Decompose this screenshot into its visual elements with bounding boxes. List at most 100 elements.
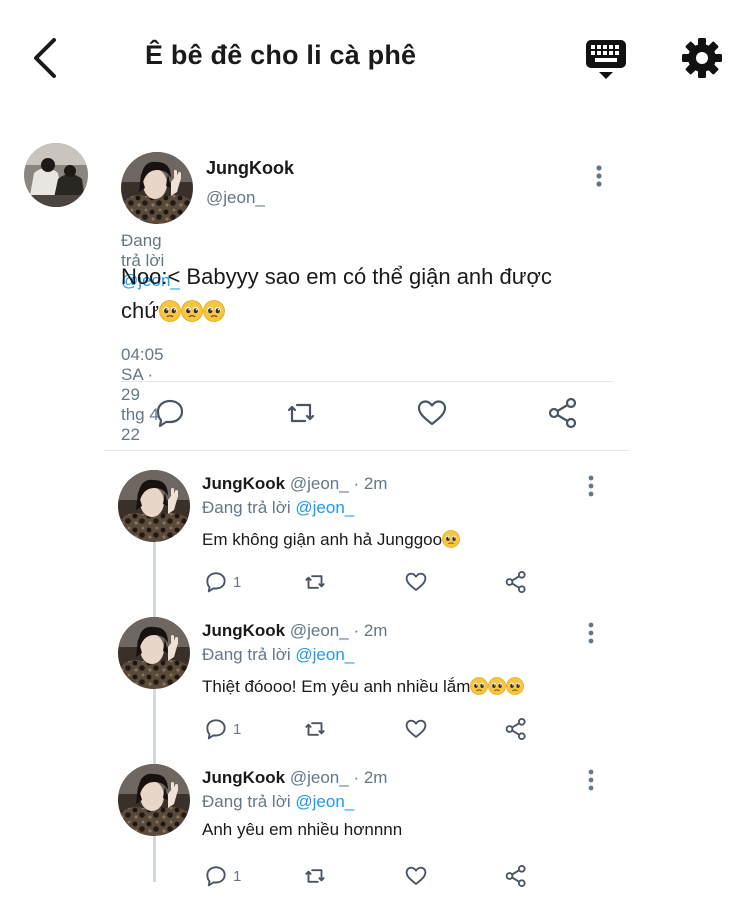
reply-icon bbox=[206, 572, 226, 593]
side-avatar[interactable] bbox=[24, 143, 88, 207]
divider bbox=[104, 450, 629, 451]
reply-actions: 1 bbox=[0, 568, 750, 598]
more-options-button[interactable] bbox=[580, 474, 602, 498]
reply-text-body: Thiệt đóooo! Em yêu anh nhiều lắm bbox=[202, 677, 471, 696]
more-vertical-icon bbox=[588, 622, 594, 644]
relative-time: · 2m bbox=[353, 621, 388, 640]
mention-link[interactable]: @jeon_ bbox=[295, 792, 354, 811]
pleading-face-emoji bbox=[442, 530, 460, 548]
replying-label: Đang trả lời bbox=[202, 498, 291, 517]
divider bbox=[121, 381, 613, 382]
author-handle: @jeon_ bbox=[206, 188, 265, 207]
reply-actions: 1 bbox=[0, 862, 750, 892]
reply-tweet: JungKook @jeon_ · 2m Đang trả lời @jeon_… bbox=[0, 764, 750, 904]
reply-button[interactable]: 1 bbox=[203, 715, 241, 743]
like-icon bbox=[405, 719, 427, 738]
mention-link[interactable]: @jeon_ bbox=[295, 645, 354, 664]
author-handle: @jeon_ bbox=[289, 621, 349, 640]
like-icon bbox=[405, 866, 427, 885]
pleading-face-emoji bbox=[203, 300, 225, 322]
share-button[interactable] bbox=[545, 395, 581, 431]
share-button[interactable] bbox=[503, 862, 529, 890]
reply-tweet: JungKook @jeon_ · 2m Đang trả lời @jeon_… bbox=[0, 470, 750, 610]
like-icon bbox=[405, 572, 427, 591]
more-options-button[interactable] bbox=[580, 621, 602, 645]
share-icon bbox=[505, 864, 526, 888]
reply-count: 1 bbox=[233, 867, 242, 885]
avatar[interactable] bbox=[118, 470, 190, 542]
share-button[interactable] bbox=[503, 568, 529, 596]
app-header: Ê bê đê cho li cà phê bbox=[0, 0, 750, 110]
share-icon bbox=[505, 570, 526, 594]
reply-count: 1 bbox=[233, 720, 242, 738]
reply-icon bbox=[206, 866, 226, 887]
like-button[interactable] bbox=[403, 862, 429, 890]
settings-button[interactable] bbox=[680, 36, 724, 80]
chevron-left-icon bbox=[34, 38, 56, 78]
more-vertical-icon bbox=[588, 475, 594, 497]
author-handle: @jeon_ bbox=[289, 474, 349, 493]
retweet-icon bbox=[305, 575, 325, 589]
like-button[interactable] bbox=[414, 395, 450, 431]
avatar[interactable] bbox=[121, 152, 193, 224]
share-icon bbox=[505, 717, 526, 741]
replying-to: Đang trả lời @jeon_ bbox=[202, 792, 354, 812]
retweet-icon bbox=[287, 403, 315, 423]
retweet-icon bbox=[305, 722, 325, 736]
reply-icon bbox=[206, 719, 226, 740]
tweet-text-line2: chứ bbox=[121, 298, 159, 323]
like-icon bbox=[417, 400, 447, 426]
reply-button[interactable] bbox=[152, 395, 188, 431]
retweet-button[interactable] bbox=[302, 568, 328, 596]
author-name[interactable]: JungKook bbox=[202, 474, 285, 493]
reply-text-body: Anh yêu em nhiều hơnnnn bbox=[202, 820, 403, 839]
pleading-face-emoji bbox=[181, 300, 203, 322]
reply-actions: 1 bbox=[0, 715, 750, 745]
reply-icon bbox=[156, 399, 184, 428]
author-name[interactable]: JungKook bbox=[202, 621, 285, 640]
more-options-button[interactable] bbox=[588, 163, 610, 189]
gear-icon bbox=[682, 38, 722, 78]
reply-tweet: JungKook @jeon_ · 2m Đang trả lời @jeon_… bbox=[0, 617, 750, 757]
replying-to: Đang trả lời @jeon_ bbox=[202, 645, 354, 665]
retweet-button[interactable] bbox=[283, 395, 319, 431]
page-title: Ê bê đê cho li cà phê bbox=[145, 40, 417, 70]
reply-text-body: Em không giận anh hả Junggoo bbox=[202, 530, 443, 549]
author-name[interactable]: JungKook bbox=[206, 158, 294, 179]
keyboard-icon bbox=[586, 40, 626, 79]
retweet-icon bbox=[305, 869, 325, 883]
tweet-text-line1: Noo:< Babyyy sao em có thể giận anh được bbox=[121, 264, 552, 289]
replying-label: Đang trả lời bbox=[202, 645, 291, 664]
mention-link[interactable]: @jeon_ bbox=[295, 498, 354, 517]
more-vertical-icon bbox=[588, 769, 594, 791]
author-name[interactable]: JungKook bbox=[202, 768, 285, 787]
reply-header: JungKook @jeon_ · 2m bbox=[202, 621, 387, 641]
more-options-button[interactable] bbox=[580, 768, 602, 792]
retweet-button[interactable] bbox=[302, 715, 328, 743]
pleading-face-emoji bbox=[159, 300, 181, 322]
reply-button[interactable]: 1 bbox=[203, 862, 241, 890]
avatar[interactable] bbox=[118, 617, 190, 689]
reply-text: Em không giận anh hả Junggoo bbox=[202, 530, 460, 550]
pleading-face-emoji bbox=[470, 677, 488, 695]
like-button[interactable] bbox=[403, 715, 429, 743]
share-button[interactable] bbox=[503, 715, 529, 743]
tweet-actions bbox=[0, 395, 750, 437]
reply-text: Anh yêu em nhiều hơnnnn bbox=[202, 820, 402, 840]
replying-label: Đang trả lời bbox=[202, 792, 291, 811]
tweet-text: Noo:< Babyyy sao em có thể giận anh được… bbox=[121, 260, 621, 328]
replying-to: Đang trả lời @jeon_ bbox=[202, 498, 354, 518]
back-button[interactable] bbox=[28, 36, 64, 80]
relative-time: · 2m bbox=[353, 768, 388, 787]
more-vertical-icon bbox=[596, 165, 602, 187]
retweet-button[interactable] bbox=[302, 862, 328, 890]
avatar[interactable] bbox=[118, 764, 190, 836]
pleading-face-emoji bbox=[488, 677, 506, 695]
author-handle: @jeon_ bbox=[289, 768, 349, 787]
like-button[interactable] bbox=[403, 568, 429, 596]
keyboard-button[interactable] bbox=[584, 38, 628, 82]
reply-count: 1 bbox=[233, 573, 242, 591]
reply-header: JungKook @jeon_ · 2m bbox=[202, 768, 387, 788]
reply-button[interactable]: 1 bbox=[203, 568, 241, 596]
relative-time: · 2m bbox=[353, 474, 388, 493]
